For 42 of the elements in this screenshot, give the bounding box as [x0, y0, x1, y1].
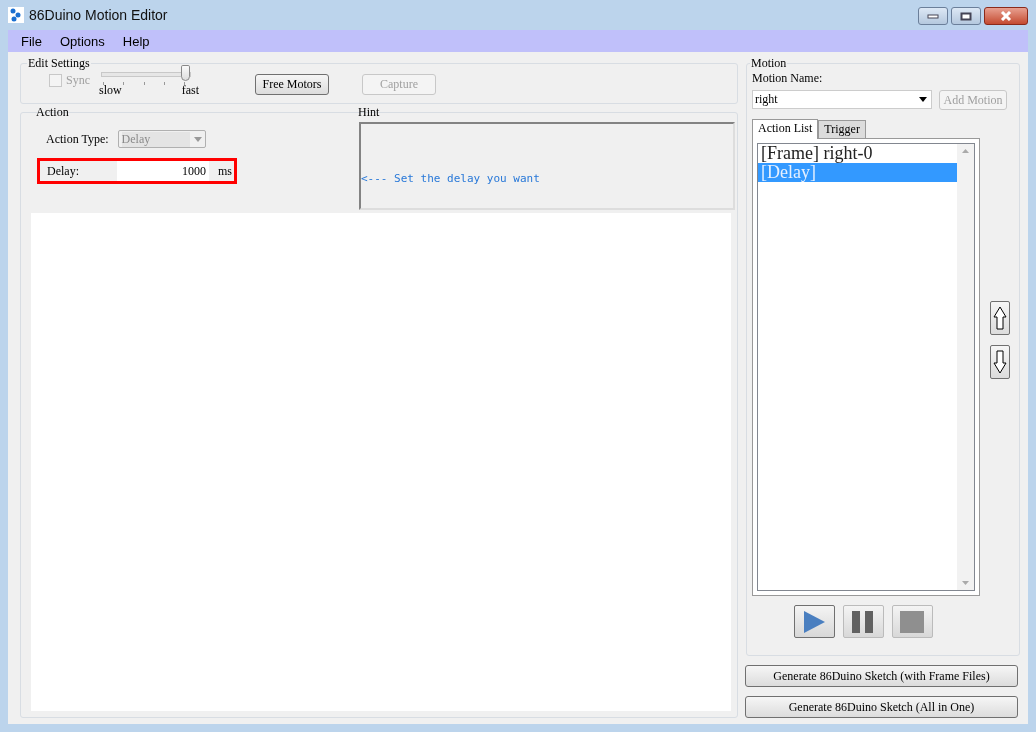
- slider-thumb[interactable]: [181, 65, 190, 81]
- scroll-up-icon[interactable]: [962, 149, 969, 153]
- menu-item[interactable]: Help: [113, 33, 159, 49]
- app-logo-icon: [8, 7, 24, 23]
- field-label: Motion Name:: [752, 71, 824, 86]
- slider-label: fast: [181, 83, 199, 98]
- stop-icon: [900, 609, 924, 634]
- move-down-button[interactable]: [990, 345, 1010, 379]
- delay-input-field[interactable]: 1000: [117, 161, 209, 181]
- arrow-down-icon: [993, 350, 1007, 374]
- play-icon: [802, 609, 826, 634]
- generate-sketch-button[interactable]: Generate 86Duino Sketch (with Frame Files): [745, 665, 1018, 687]
- slider-label: slow: [99, 83, 122, 98]
- maximize-button[interactable]: [951, 7, 981, 25]
- group-title: Hint: [357, 105, 381, 120]
- move-up-button[interactable]: [990, 301, 1010, 335]
- unit-label: ms: [218, 163, 232, 179]
- caret-icon: [919, 97, 927, 102]
- minimize-icon: [927, 13, 939, 19]
- field-label: Action Type:: [46, 131, 109, 147]
- group-title: Action: [35, 105, 70, 120]
- free-motors-button[interactable]: Free Motors: [255, 74, 329, 95]
- generate-sketch-button[interactable]: Generate 86Duino Sketch (All in One): [745, 696, 1018, 718]
- group-title: Edit Settings: [27, 56, 91, 71]
- pause-icon: [851, 609, 875, 634]
- play-button[interactable]: [793, 605, 835, 638]
- scroll-down-icon[interactable]: [962, 581, 969, 585]
- tab[interactable]: Trigger: [818, 120, 866, 138]
- field-label: Delay:: [47, 163, 80, 179]
- list-item[interactable]: [Frame] right-0: [758, 144, 957, 163]
- window-title: 86Duino Motion Editor: [29, 7, 168, 23]
- speed-slider[interactable]: [101, 65, 191, 82]
- maximize-icon: [960, 11, 972, 21]
- close-button[interactable]: [984, 7, 1028, 25]
- close-icon: [999, 11, 1013, 21]
- group-title: Motion: [750, 56, 788, 71]
- arrow-up-icon: [993, 306, 1007, 330]
- menu-item[interactable]: Options: [50, 33, 114, 49]
- motion-name-dropdown[interactable]: right: [752, 90, 932, 109]
- hint-text: <--- Set the delay you want: [361, 171, 540, 185]
- menu-item[interactable]: File: [12, 33, 51, 49]
- tab[interactable]: Action List: [752, 119, 819, 139]
